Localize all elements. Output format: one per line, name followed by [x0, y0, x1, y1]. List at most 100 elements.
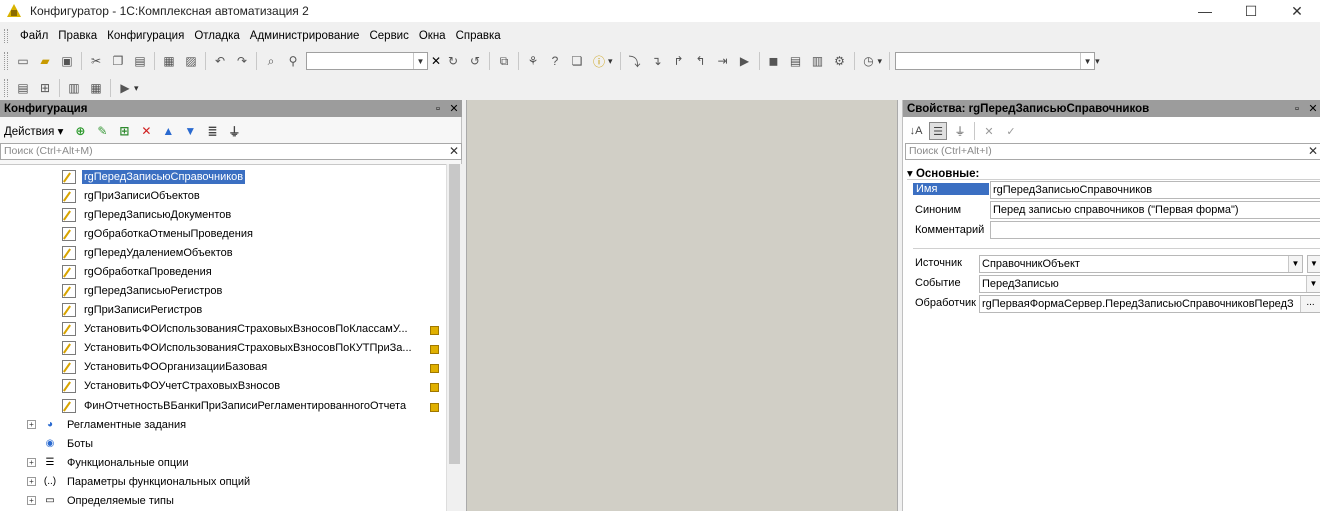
- minimize-button[interactable]: —: [1182, 0, 1228, 22]
- window-list-icon[interactable]: ▤: [787, 52, 805, 70]
- dropdown-dot-icon[interactable]: ▾: [608, 56, 613, 67]
- find-next-icon[interactable]: ↻: [444, 52, 462, 70]
- debug-step-icon[interactable]: ⤵: [626, 52, 644, 70]
- maximize-button[interactable]: ☐: [1228, 0, 1274, 22]
- name-field[interactable]: rgПередЗаписьюСправочников: [990, 181, 1320, 199]
- clear-search-icon[interactable]: ✕: [449, 144, 459, 158]
- close-panel-icon[interactable]: ✕: [1305, 102, 1320, 115]
- chevron-down-icon[interactable]: ▼: [413, 53, 427, 69]
- sort-icon[interactable]: ≣: [204, 123, 220, 139]
- menu-service[interactable]: Сервис: [365, 30, 414, 42]
- timer-icon[interactable]: ◷: [860, 52, 878, 70]
- forms-icon[interactable]: ▥: [809, 52, 827, 70]
- info-icon[interactable]: ⓘ: [590, 52, 608, 70]
- properties-search-input[interactable]: Поиск (Ctrl+Alt+I) ✕: [905, 143, 1320, 160]
- tree-scrollbar[interactable]: [446, 164, 462, 511]
- menu-grip[interactable]: [4, 29, 8, 43]
- toolbar-grip[interactable]: [4, 79, 8, 97]
- table-icon[interactable]: ▦: [87, 79, 105, 97]
- database-icon[interactable]: ▥: [65, 79, 83, 97]
- help-search-icon[interactable]: ?: [546, 52, 564, 70]
- sort-alpha-icon[interactable]: ↓A: [907, 122, 925, 140]
- categorized-view-icon[interactable]: ☰: [929, 122, 947, 140]
- add-icon[interactable]: ⊕: [72, 123, 88, 139]
- dropdown-dot-icon[interactable]: ▾: [878, 56, 883, 67]
- confirm-icon[interactable]: ✓: [1002, 122, 1020, 140]
- handler-field[interactable]: rgПерваяФормаСервер.ПередЗаписьюСправочн…: [979, 295, 1320, 313]
- menu-file[interactable]: Файл: [16, 30, 54, 42]
- run-icon[interactable]: ▶: [116, 79, 134, 97]
- scrollbar-thumb[interactable]: [449, 164, 460, 464]
- copy-icon[interactable]: ❐: [109, 52, 127, 70]
- new-document-icon[interactable]: ▭: [14, 52, 32, 70]
- source-select[interactable]: СправочникОбъект ▼: [979, 255, 1303, 273]
- dropdown-dot-icon[interactable]: ▾: [1095, 56, 1100, 67]
- tree-item[interactable]: rgПриЗаписиОбъектов: [62, 186, 202, 205]
- redo-icon[interactable]: ↷: [233, 52, 251, 70]
- delete-icon[interactable]: ▨: [182, 52, 200, 70]
- tree-item[interactable]: ФинОтчетностьВБанкиПриЗаписиРегламентиро…: [62, 396, 408, 415]
- menu-help[interactable]: Справка: [452, 30, 507, 42]
- move-up-icon[interactable]: ▲: [160, 123, 176, 139]
- tree-item[interactable]: rgПередЗаписьюРегистров: [62, 281, 224, 300]
- chevron-down-icon[interactable]: ▼: [1306, 276, 1320, 292]
- tree-group-functional-option-params[interactable]: (..) Параметры функциональных опций: [43, 472, 252, 491]
- tree-item[interactable]: УстановитьФОИспользованияСтраховыхВзносо…: [62, 338, 414, 357]
- config-tree-icon[interactable]: ⊞: [36, 79, 54, 97]
- chevron-down-icon[interactable]: ▼: [1288, 256, 1302, 272]
- search-combo[interactable]: ▼: [306, 52, 428, 70]
- filter-icon[interactable]: ⏚: [226, 123, 242, 139]
- undo-icon[interactable]: ↶: [211, 52, 229, 70]
- menu-debug[interactable]: Отладка: [190, 30, 245, 42]
- actions-menu-button[interactable]: Действия ▾: [4, 124, 63, 138]
- tree-item[interactable]: rgПередЗаписьюДокументов: [62, 205, 233, 224]
- toolbar-grip[interactable]: [4, 52, 8, 70]
- windows-icon[interactable]: ⧉: [495, 52, 513, 70]
- tree-item[interactable]: УстановитьФОИспользованияСтраховыхВзносо…: [62, 319, 410, 338]
- debug-run-to-icon[interactable]: ⇥: [714, 52, 732, 70]
- tree-item[interactable]: УстановитьФООрганизацииБазовая: [62, 357, 269, 376]
- tree-item[interactable]: УстановитьФОУчетСтраховыхВзносов: [62, 376, 282, 395]
- expand-toggle[interactable]: +: [27, 420, 36, 429]
- tree-group-bots[interactable]: ◉ Боты: [43, 434, 95, 453]
- configuration-search-input[interactable]: Поиск (Ctrl+Alt+M) ✕: [0, 143, 462, 160]
- close-panel-icon[interactable]: ✕: [446, 102, 462, 115]
- tree-group-scheduled-jobs[interactable]: ◕ Регламентные задания: [43, 415, 188, 434]
- tree-item[interactable]: rgОбработкаПроведения: [62, 262, 214, 281]
- synonym-field[interactable]: Перед записью справочников ("Первая форм…: [990, 201, 1320, 219]
- find-in-files-icon[interactable]: ⌕: [262, 52, 280, 70]
- dropdown-dot-icon[interactable]: ▾: [134, 83, 139, 94]
- section-basic-title[interactable]: ▾ Основные:: [907, 166, 979, 180]
- chevron-down-icon[interactable]: ▼: [1307, 255, 1320, 273]
- clear-search-icon[interactable]: ✕: [430, 53, 442, 69]
- event-select[interactable]: ПередЗаписью ▼: [979, 275, 1320, 293]
- delete-icon[interactable]: ✕: [138, 123, 154, 139]
- copy-object-icon[interactable]: ⊞: [116, 123, 132, 139]
- move-down-icon[interactable]: ▼: [182, 123, 198, 139]
- paste-icon[interactable]: ▤: [131, 52, 149, 70]
- chevron-down-icon[interactable]: ▼: [1080, 53, 1094, 69]
- edit-icon[interactable]: ✎: [94, 123, 110, 139]
- search-icon[interactable]: ⚲: [284, 52, 302, 70]
- debug-step-out-icon[interactable]: ↰: [692, 52, 710, 70]
- property-filter-icon[interactable]: ⏚: [951, 122, 969, 140]
- cut-icon[interactable]: ✂: [87, 52, 105, 70]
- tree-item[interactable]: rgПередЗаписьюСправочников: [62, 167, 246, 186]
- tree-group-functional-options[interactable]: ☰ Функциональные опции: [43, 453, 190, 472]
- print-icon[interactable]: ▦: [160, 52, 178, 70]
- cancel-icon[interactable]: ✕: [980, 122, 998, 140]
- expand-toggle[interactable]: +: [27, 477, 36, 486]
- find-prev-icon[interactable]: ↺: [466, 52, 484, 70]
- debug-step-in-icon[interactable]: ↴: [648, 52, 666, 70]
- pin-icon[interactable]: ▫: [430, 103, 446, 115]
- syntax-assistant-icon[interactable]: ⚘: [524, 52, 542, 70]
- clear-search-icon[interactable]: ✕: [1308, 144, 1318, 158]
- menu-windows[interactable]: Окна: [415, 30, 452, 42]
- tree-group-defined-types[interactable]: ▭ Определяемые типы: [43, 491, 176, 510]
- menu-edit[interactable]: Правка: [54, 30, 103, 42]
- save-icon[interactable]: ▣: [58, 52, 76, 70]
- close-window-button[interactable]: ✕: [1274, 0, 1320, 22]
- tree-item[interactable]: rgПередУдалениемОбъектов: [62, 243, 235, 262]
- breakpoint-icon[interactable]: ◼: [765, 52, 783, 70]
- config-window-icon[interactable]: ▤: [14, 79, 32, 97]
